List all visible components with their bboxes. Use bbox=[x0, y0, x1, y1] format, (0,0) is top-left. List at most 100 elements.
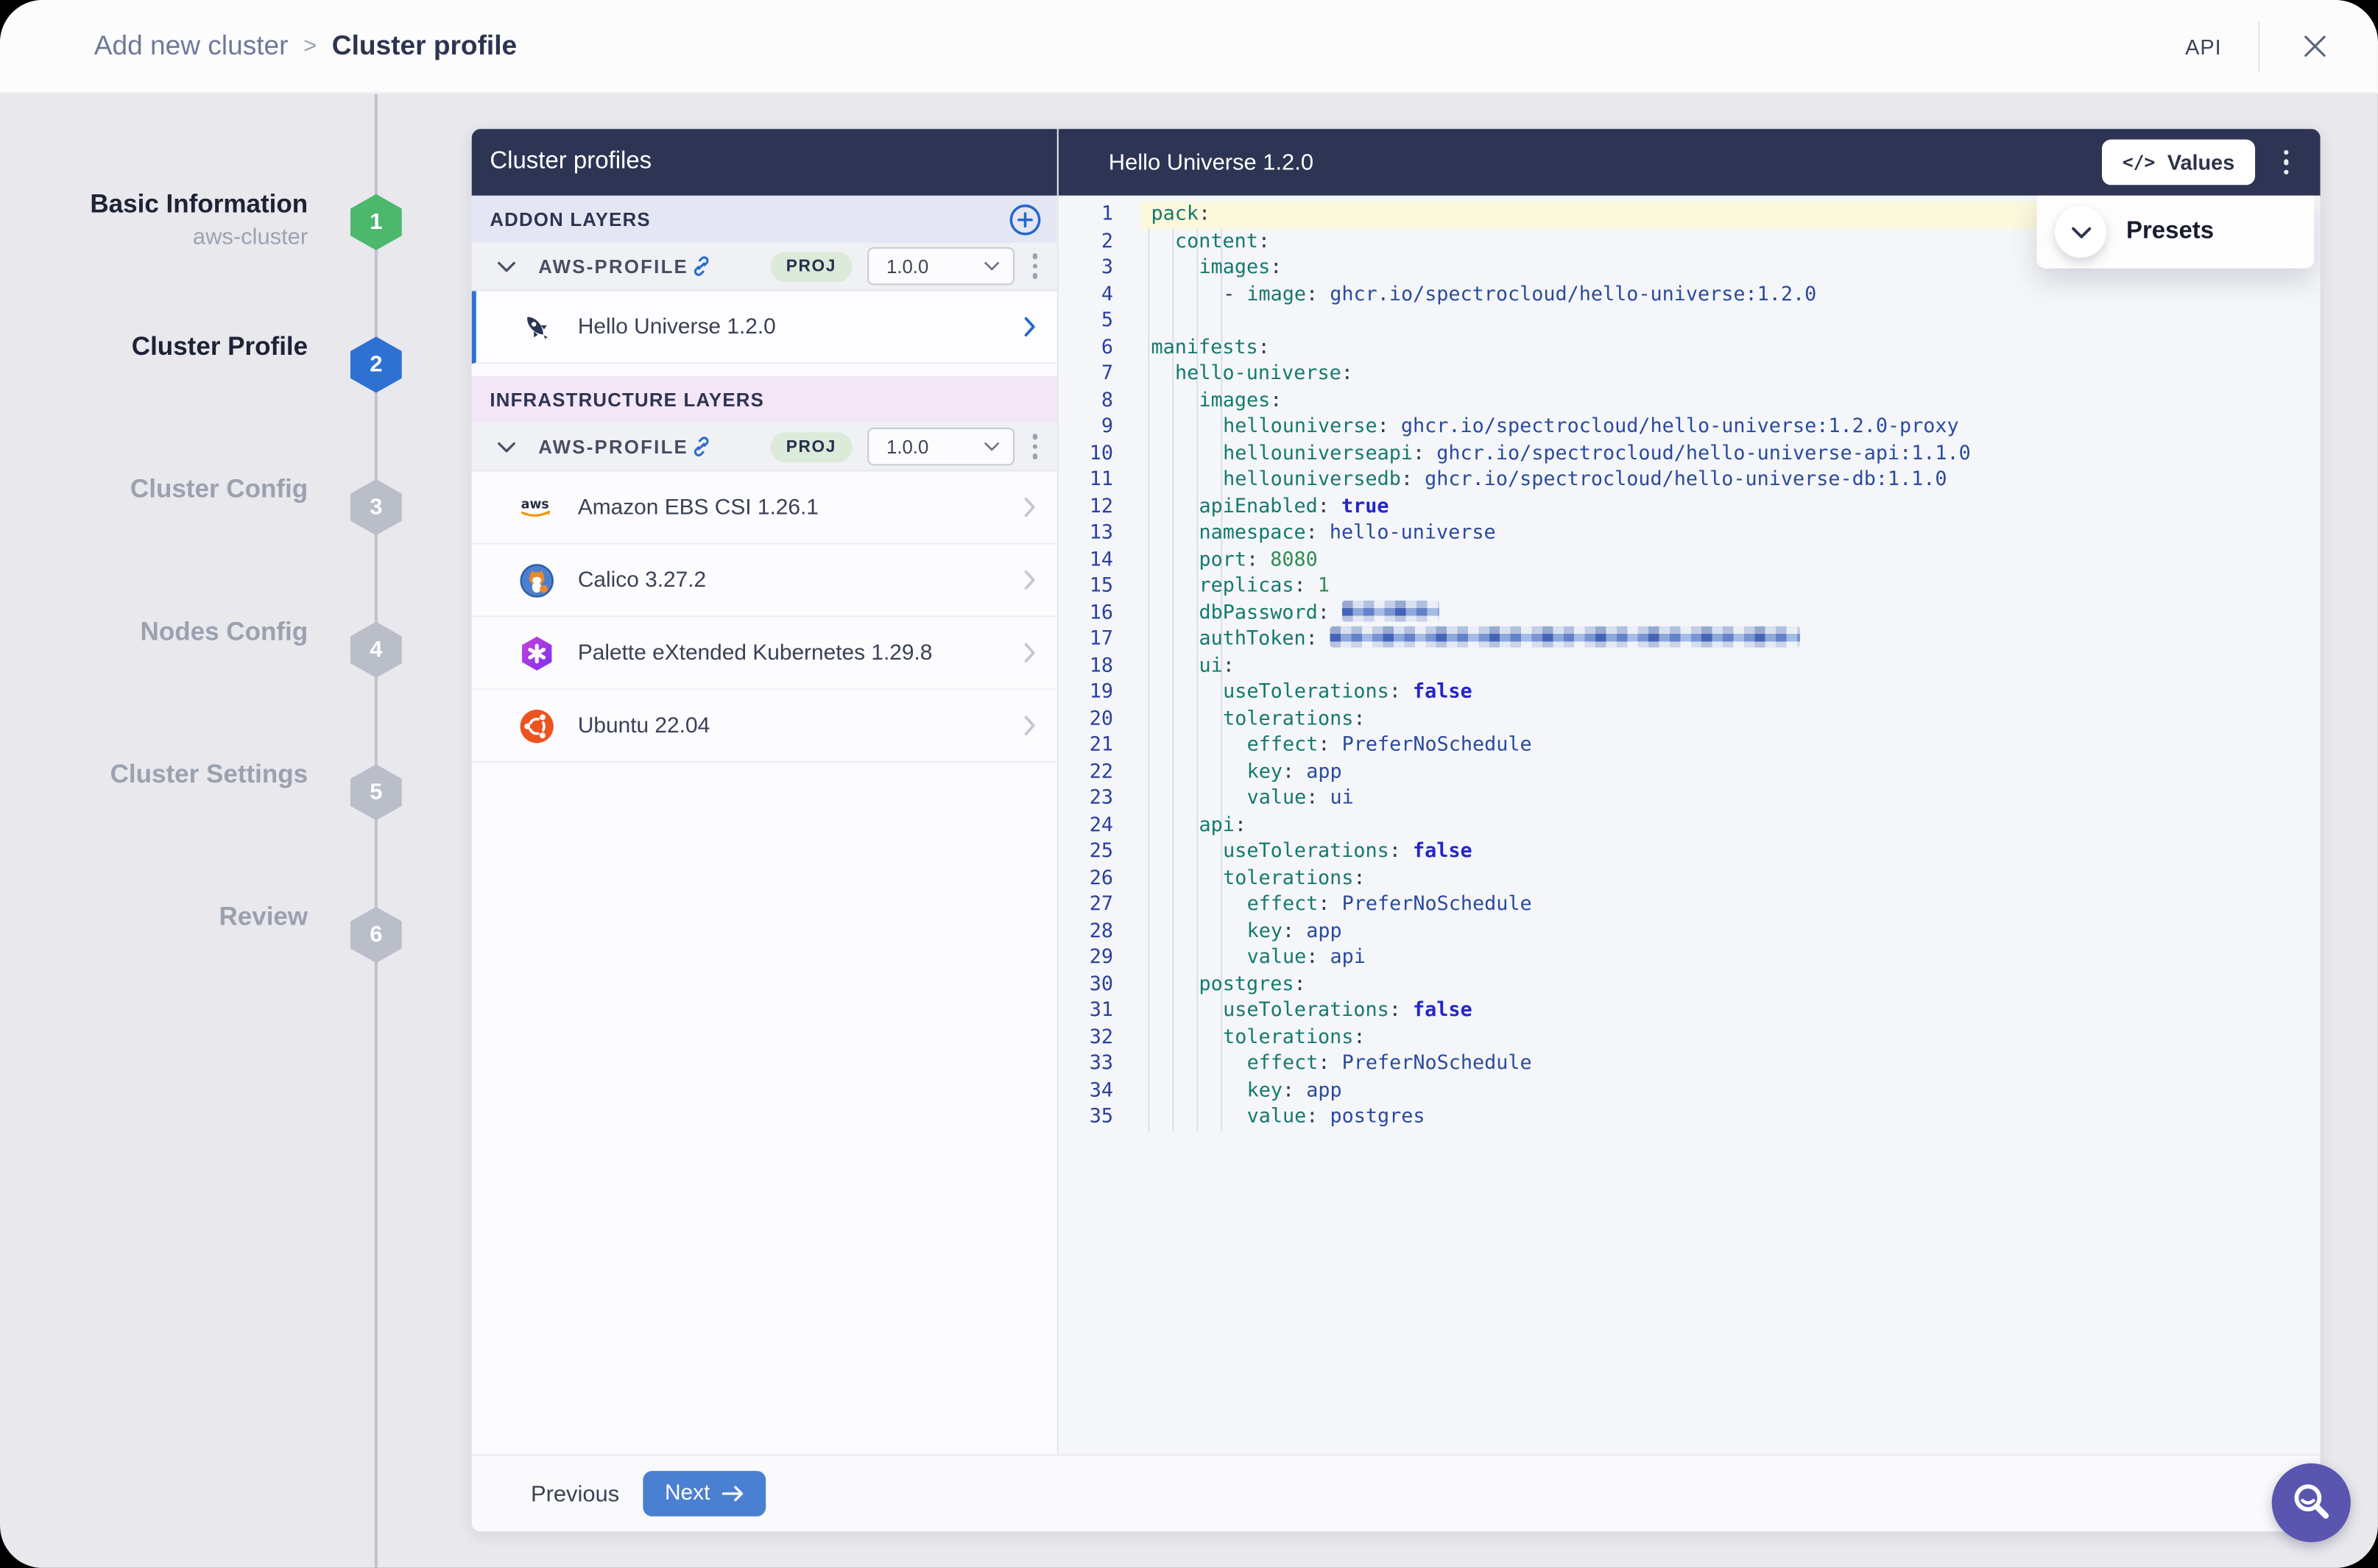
yaml-colon: : bbox=[1306, 522, 1318, 545]
chevron-right-icon bbox=[1023, 716, 1035, 735]
add-layer-button[interactable] bbox=[1009, 202, 1042, 236]
chevron-right-icon bbox=[1023, 643, 1035, 663]
line-number: 2 bbox=[1059, 228, 1113, 255]
yaml-colon: : bbox=[1318, 601, 1330, 624]
line-number: 28 bbox=[1059, 918, 1113, 944]
close-button[interactable] bbox=[2296, 28, 2332, 64]
chevron-right-icon bbox=[1023, 317, 1035, 337]
code-text: images: bbox=[1199, 387, 1283, 414]
code-text: namespace: hello-universe bbox=[1199, 520, 1496, 547]
yaml-colon: : bbox=[1318, 893, 1330, 916]
yaml-key: tolerations bbox=[1223, 1026, 1353, 1049]
line-number: 14 bbox=[1059, 547, 1113, 573]
breadcrumb-add-new-cluster[interactable]: Add new cluster bbox=[94, 30, 289, 62]
yaml-value: false bbox=[1413, 840, 1472, 863]
hello-universe-logo bbox=[518, 308, 554, 345]
code-line: 26tolerations: bbox=[1059, 865, 2321, 891]
code-line: 15replicas: 1 bbox=[1059, 573, 2321, 600]
code-text: port: 8080 bbox=[1199, 547, 1318, 573]
editor-more-menu-button[interactable] bbox=[2279, 145, 2293, 179]
step-badge-1: 1 bbox=[350, 194, 402, 250]
yaml-key: tolerations bbox=[1223, 707, 1353, 730]
code-text: effect: PreferNoSchedule bbox=[1247, 1051, 1532, 1078]
code-text: ui: bbox=[1199, 653, 1235, 679]
layer-label: Amazon EBS CSI 1.26.1 bbox=[578, 495, 819, 520]
stepper-step-cluster-config[interactable]: Cluster Config3 bbox=[0, 475, 403, 562]
step-badge-2: 2 bbox=[350, 336, 402, 392]
yaml-key: images bbox=[1199, 389, 1271, 412]
code-text: key: app bbox=[1247, 759, 1342, 785]
yaml-key: manifests bbox=[1151, 336, 1257, 359]
yaml-code-editor[interactable]: 1pack:2content:3images:4- image: ghcr.io… bbox=[1059, 196, 2321, 1131]
line-number: 35 bbox=[1059, 1104, 1113, 1131]
chevron-right-icon bbox=[1023, 571, 1035, 590]
yaml-colon: : bbox=[1353, 1026, 1365, 1049]
yaml-value: app bbox=[1306, 1079, 1341, 1102]
stepper-step-cluster-profile[interactable]: Cluster Profile 2 bbox=[0, 332, 403, 420]
yaml-colon: : bbox=[1283, 760, 1294, 783]
line-number: 13 bbox=[1059, 520, 1113, 547]
step-labels: Cluster Profile bbox=[132, 332, 308, 362]
code-text: hello-universe: bbox=[1175, 361, 1353, 387]
support-search-bubble[interactable] bbox=[2272, 1463, 2351, 1542]
line-number: 23 bbox=[1059, 785, 1113, 812]
code-text: key: app bbox=[1247, 1078, 1342, 1104]
dot bbox=[1032, 254, 1037, 259]
code-text: pack: bbox=[1151, 202, 1210, 228]
line-number: 16 bbox=[1059, 600, 1113, 626]
dot bbox=[1032, 444, 1037, 449]
code-text: hellouniverseapi: ghcr.io/spectrocloud/h… bbox=[1223, 440, 1971, 467]
section-heading-label: INFRASTRUCTURE LAYERS bbox=[490, 389, 764, 410]
code-icon: </> bbox=[2123, 152, 2156, 173]
layer-item-ubuntu-22-04[interactable]: Ubuntu 22.04 bbox=[472, 690, 1057, 763]
collapse-profile-button[interactable] bbox=[496, 255, 518, 277]
yaml-key: hellouniverseapi bbox=[1223, 442, 1413, 465]
code-line: 31useTolerations: false bbox=[1059, 997, 2321, 1024]
yaml-key: authToken bbox=[1199, 628, 1306, 651]
profile-version-select[interactable]: 1.0.0 bbox=[867, 247, 1014, 285]
previous-button[interactable]: Previous bbox=[531, 1480, 619, 1506]
cluster-profiles-body: ADDON LAYERSAWS-PROFILEPROJ1.0.0Hello Un… bbox=[472, 196, 1057, 1455]
layer-item-amazon-ebs-csi-1-26-1[interactable]: awsAmazon EBS CSI 1.26.1 bbox=[472, 472, 1057, 545]
code-text: effect: PreferNoSchedule bbox=[1247, 891, 1532, 918]
step-labels: Review bbox=[219, 903, 308, 933]
code-line: 8images: bbox=[1059, 387, 2321, 414]
code-line: 16dbPassword: bbox=[1059, 600, 2321, 626]
yaml-colon: : bbox=[1270, 256, 1282, 279]
step-label: Cluster Config bbox=[130, 475, 308, 505]
yaml-colon: : bbox=[1258, 230, 1270, 252]
yaml-value: api bbox=[1330, 946, 1366, 969]
profile-menu-button[interactable] bbox=[1028, 249, 1042, 283]
code-line: 28key: app bbox=[1059, 918, 2321, 944]
profile-menu-button[interactable] bbox=[1028, 429, 1042, 463]
collapse-profile-button[interactable] bbox=[496, 436, 518, 457]
code-line: 22key: app bbox=[1059, 759, 2321, 785]
layer-item-calico-3-27-2[interactable]: Calico 3.27.2 bbox=[472, 545, 1057, 618]
values-button[interactable]: </> Values bbox=[2103, 140, 2254, 186]
app-window: Add new cluster > Cluster profile API Ba… bbox=[0, 0, 2378, 1568]
stepper-step-nodes-config[interactable]: Nodes Config4 bbox=[0, 617, 403, 704]
yaml-value: ghcr.io/spectrocloud/hello-universe:1.2.… bbox=[1401, 415, 1959, 438]
presets-collapse-button[interactable] bbox=[2055, 206, 2106, 258]
line-number: 26 bbox=[1059, 865, 1113, 891]
stepper-step-basic-information[interactable]: Basic Informationaws-cluster1 bbox=[0, 189, 403, 277]
api-button[interactable]: API bbox=[2185, 34, 2222, 58]
chevron-down-icon bbox=[498, 440, 516, 452]
code-line: 13 namespace: hello-universe bbox=[1059, 520, 2321, 547]
yaml-key: effect bbox=[1247, 1053, 1319, 1076]
code-text: tolerations: bbox=[1223, 706, 1365, 732]
profile-version-select[interactable]: 1.0.0 bbox=[867, 428, 1014, 465]
line-number: 7 bbox=[1059, 361, 1113, 387]
stepper-step-review[interactable]: Review6 bbox=[0, 903, 403, 990]
magnifier-smile-icon bbox=[2288, 1480, 2334, 1525]
layer-item-hello-universe-1-2-0[interactable]: Hello Universe 1.2.0 bbox=[472, 292, 1057, 364]
top-bar-actions: API bbox=[2185, 21, 2332, 72]
yaml-colon: : bbox=[1306, 946, 1318, 969]
layer-item-palette-extended-kubernetes-1-29-8[interactable]: Palette eXtended Kubernetes 1.29.8 bbox=[472, 617, 1057, 690]
next-button[interactable]: Next bbox=[643, 1471, 766, 1516]
breadcrumb-cluster-profile: Cluster profile bbox=[332, 30, 517, 62]
code-text: useTolerations: false bbox=[1223, 838, 1472, 865]
presets-panel: Presets bbox=[2036, 196, 2314, 269]
yaml-key: api bbox=[1199, 813, 1235, 836]
stepper-step-cluster-settings[interactable]: Cluster Settings5 bbox=[0, 760, 403, 847]
